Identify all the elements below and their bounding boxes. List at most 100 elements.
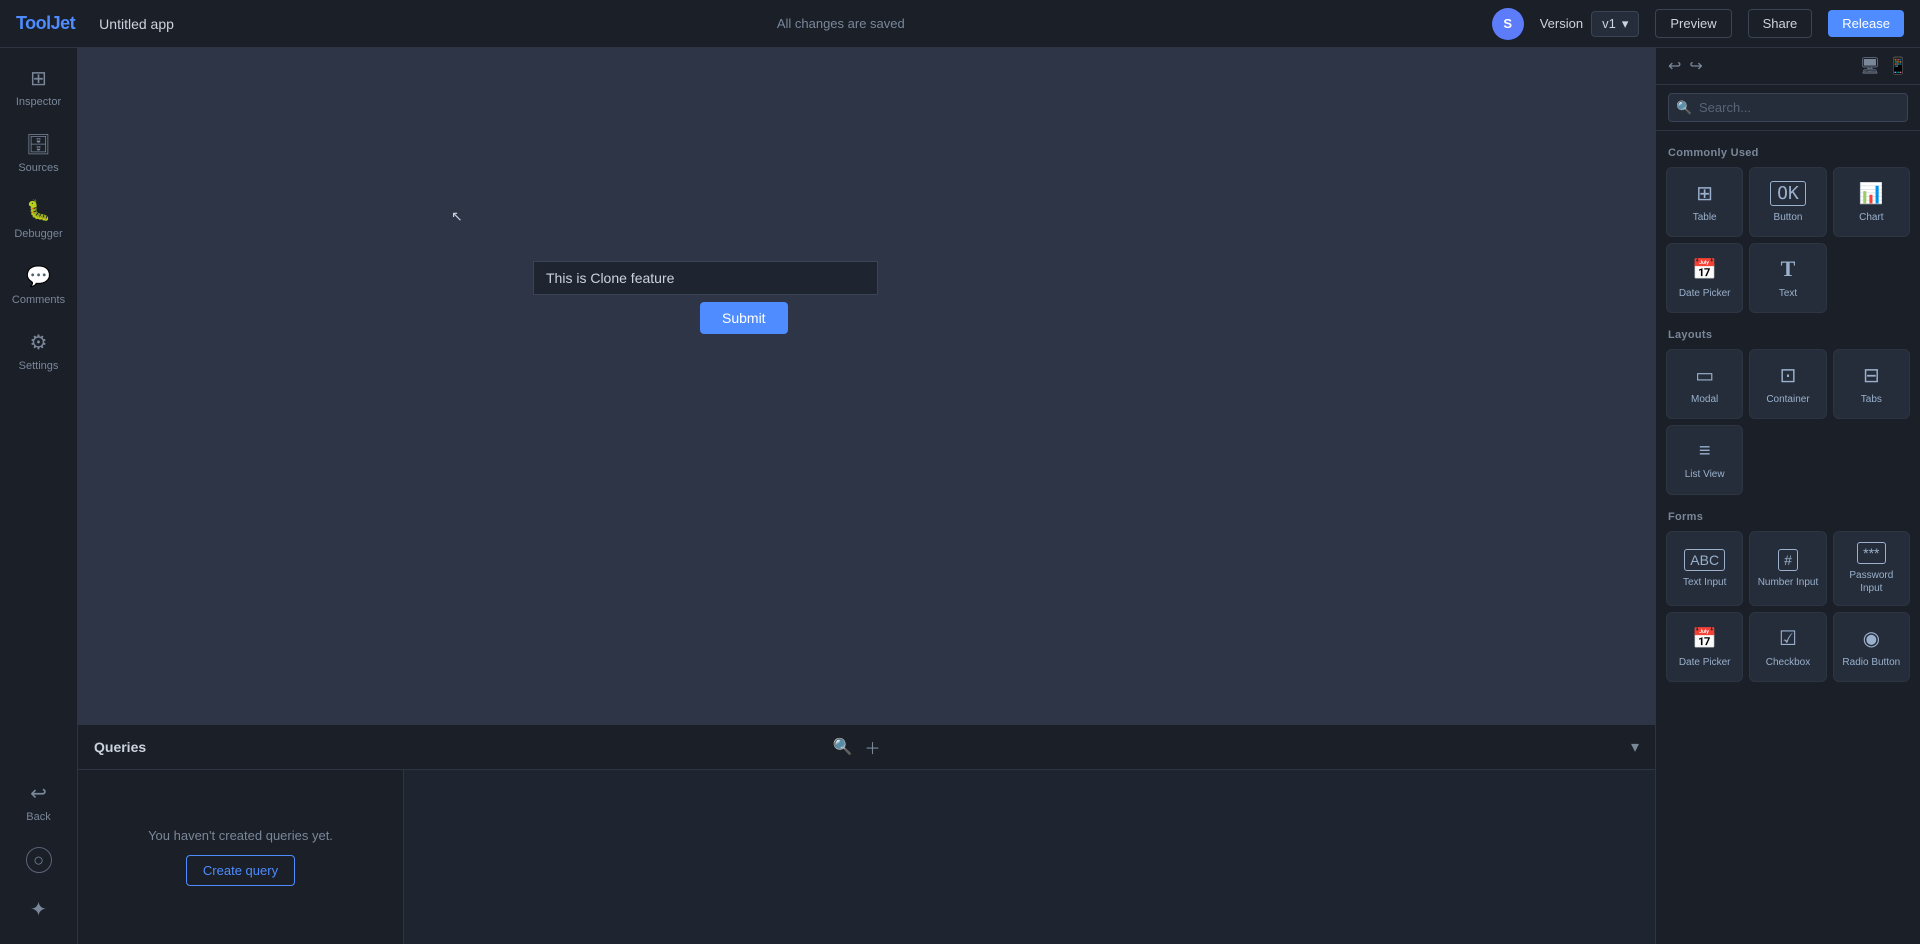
- left-sidebar: ⊞ Inspector 🗄 Sources 🐛 Debugger 💬 Comme…: [0, 48, 78, 944]
- theme-icon: ✦: [30, 897, 47, 922]
- button-icon: OK: [1770, 181, 1806, 206]
- sidebar-label-settings: Settings: [19, 360, 59, 372]
- tabs-icon: ⊟: [1863, 363, 1880, 388]
- list-view-label: List View: [1685, 468, 1725, 481]
- section-forms-label: Forms: [1656, 503, 1920, 527]
- sources-icon: 🗄: [26, 132, 51, 157]
- sidebar-item-inspector[interactable]: ⊞ Inspector: [4, 56, 74, 118]
- container-label: Container: [1766, 393, 1809, 406]
- sidebar-item-comments[interactable]: 💬 Comments: [4, 254, 74, 316]
- version-label: Version: [1540, 16, 1583, 31]
- component-button[interactable]: OK Button: [1749, 167, 1826, 237]
- component-text[interactable]: T Text: [1749, 243, 1826, 313]
- date-picker-label: Date Picker: [1679, 287, 1731, 300]
- query-title: Queries: [94, 739, 821, 755]
- logo: ToolJet: [16, 13, 75, 34]
- number-input-icon: #: [1778, 549, 1798, 571]
- modal-label: Modal: [1691, 393, 1718, 406]
- container-icon: ⊡: [1780, 363, 1797, 388]
- component-text-input[interactable]: ABC Text Input: [1666, 531, 1743, 606]
- component-container[interactable]: ⊡ Container: [1749, 349, 1826, 419]
- text-input-icon: ABC: [1684, 549, 1725, 571]
- release-button[interactable]: Release: [1828, 10, 1904, 37]
- tabs-label: Tabs: [1861, 393, 1882, 406]
- component-modal[interactable]: ▭ Modal: [1666, 349, 1743, 419]
- save-status: All changes are saved: [206, 16, 1476, 31]
- radio-button-icon: ◉: [1863, 626, 1880, 651]
- query-list-area: You haven't created queries yet. Create …: [78, 770, 403, 944]
- component-tabs[interactable]: ⊟ Tabs: [1833, 349, 1910, 419]
- component-number-input[interactable]: # Number Input: [1749, 531, 1826, 606]
- logo-tool: Tool: [16, 13, 51, 33]
- modal-icon: ▭: [1695, 363, 1714, 388]
- sidebar-item-chat[interactable]: ○: [4, 837, 74, 883]
- date-picker-icon: 📅: [1692, 257, 1717, 282]
- button-label: Button: [1774, 211, 1803, 224]
- desktop-icon[interactable]: 🖥: [1860, 56, 1880, 76]
- forms-grid: ABC Text Input # Number Input *** Passwo…: [1656, 527, 1920, 690]
- component-checkbox[interactable]: ☑ Checkbox: [1749, 612, 1826, 682]
- chart-icon: 📊: [1859, 181, 1884, 206]
- query-panel: Queries 🔍 ＋ ▾ You haven't created querie…: [78, 724, 1655, 944]
- query-add-button[interactable]: ＋: [864, 735, 880, 759]
- topbar: ToolJet Untitled app All changes are sav…: [0, 0, 1920, 48]
- query-search-button[interactable]: 🔍: [833, 737, 853, 757]
- right-sidebar: ↩ ↪ 🖥 📱 🔍 Commonly Used ⊞ Table: [1655, 48, 1920, 944]
- text-icon: T: [1781, 256, 1796, 282]
- commonly-used-grid: ⊞ Table OK Button 📊 Chart 📅 Date Picker …: [1656, 163, 1920, 321]
- right-top-bar: ↩ ↪ 🖥 📱: [1656, 48, 1920, 85]
- canvas-submit-button[interactable]: Submit: [700, 302, 788, 334]
- app-title[interactable]: Untitled app: [99, 16, 174, 32]
- list-view-icon: ≡: [1699, 440, 1711, 463]
- sidebar-item-theme[interactable]: ✦: [4, 887, 74, 932]
- sidebar-item-back[interactable]: ↩ Back: [4, 771, 74, 833]
- device-icons: 🖥 📱: [1860, 56, 1908, 76]
- sidebar-label-debugger: Debugger: [14, 228, 62, 240]
- sidebar-bottom: ↩ Back ○ ✦: [4, 771, 74, 944]
- create-query-button[interactable]: Create query: [186, 855, 295, 886]
- component-radio-button[interactable]: ◉ Radio Button: [1833, 612, 1910, 682]
- undo-icon[interactable]: ↩: [1668, 56, 1681, 76]
- logo-jet: Jet: [51, 13, 76, 33]
- sidebar-item-debugger[interactable]: 🐛 Debugger: [4, 188, 74, 250]
- table-icon: ⊞: [1696, 181, 1713, 206]
- component-password-input[interactable]: *** Password Input: [1833, 531, 1910, 606]
- mobile-icon[interactable]: 📱: [1888, 56, 1908, 76]
- date-picker2-label: Date Picker: [1679, 656, 1731, 669]
- password-input-icon: ***: [1857, 542, 1885, 564]
- query-header: Queries 🔍 ＋ ▾: [78, 725, 1655, 770]
- components-list: Commonly Used ⊞ Table OK Button 📊 Chart …: [1656, 131, 1920, 944]
- chevron-down-icon: ▾: [1622, 16, 1629, 32]
- sidebar-label-inspector: Inspector: [16, 96, 61, 108]
- radio-button-label: Radio Button: [1842, 656, 1900, 669]
- component-table[interactable]: ⊞ Table: [1666, 167, 1743, 237]
- comments-icon: 💬: [26, 264, 51, 289]
- sidebar-label-comments: Comments: [12, 294, 65, 306]
- redo-icon[interactable]: ↪: [1689, 56, 1702, 76]
- share-button[interactable]: Share: [1748, 9, 1813, 38]
- no-queries-text: You haven't created queries yet.: [148, 828, 333, 843]
- component-chart[interactable]: 📊 Chart: [1833, 167, 1910, 237]
- sidebar-item-sources[interactable]: 🗄 Sources: [4, 122, 74, 184]
- query-collapse-button[interactable]: ▾: [1631, 737, 1639, 757]
- preview-button[interactable]: Preview: [1655, 9, 1731, 38]
- search-input-wrapper: 🔍: [1668, 93, 1908, 122]
- version-dropdown[interactable]: v1 ▾: [1591, 11, 1639, 37]
- table-label: Table: [1693, 211, 1717, 224]
- main-layout: ⊞ Inspector 🗄 Sources 🐛 Debugger 💬 Comme…: [0, 48, 1920, 944]
- layouts-grid: ▭ Modal ⊡ Container ⊟ Tabs ≡ List View: [1656, 345, 1920, 503]
- chart-label: Chart: [1859, 211, 1883, 224]
- user-avatar[interactable]: S: [1492, 8, 1524, 40]
- back-icon: ↩: [30, 781, 47, 806]
- query-detail-area: [403, 770, 1655, 944]
- component-date-picker[interactable]: 📅 Date Picker: [1666, 243, 1743, 313]
- number-input-label: Number Input: [1758, 576, 1819, 589]
- search-input[interactable]: [1668, 93, 1908, 122]
- canvas-area[interactable]: ↖ This is Clone feature Submit: [78, 48, 1655, 724]
- component-list-view[interactable]: ≡ List View: [1666, 425, 1743, 495]
- version-area: Version v1 ▾: [1540, 11, 1640, 37]
- canvas-text-widget[interactable]: This is Clone feature: [533, 261, 878, 295]
- sidebar-item-settings[interactable]: ⚙ Settings: [4, 320, 74, 382]
- component-date-picker2[interactable]: 📅 Date Picker: [1666, 612, 1743, 682]
- cursor-indicator: ↖: [451, 208, 465, 222]
